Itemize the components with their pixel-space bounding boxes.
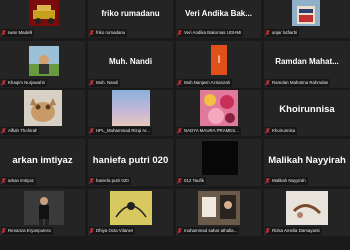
participant-tile[interactable]: Malikah Nayyirah Malikah Nayyirah [264, 139, 350, 186]
participant-video [200, 90, 238, 126]
mic-muted-icon [177, 30, 182, 36]
mic-muted-icon [177, 178, 182, 184]
participant-tile[interactable]: 012 Taufik [176, 139, 261, 186]
participant-tile[interactable]: Ramdan Mahat... Ramdan Mahatma Rahmdan [264, 41, 350, 88]
participant-label: Muh. Nandi [89, 79, 121, 87]
participant-tile[interactable]: Renanza Eryanputera [0, 189, 85, 236]
mic-muted-icon [89, 178, 94, 184]
participant-label: HPL_Muhammad Rizqi Ar... [89, 127, 152, 135]
mic-muted-icon [265, 178, 270, 184]
participant-name: Ramdan Mahat... [275, 57, 339, 66]
participant-label: Dhiya Octa Vilanes [89, 227, 136, 235]
mic-muted-icon [265, 30, 270, 36]
mic-muted-icon [265, 128, 270, 134]
mic-muted-icon [1, 30, 6, 36]
mic-muted-icon [177, 128, 182, 134]
participant-tile[interactable]: Alfiah Thohirah [0, 90, 85, 136]
mic-muted-icon [89, 128, 94, 134]
participant-tile[interactable]: Muh. Nandi Muh. Nandi [88, 41, 173, 88]
participant-label: Malikah Nayyirah [265, 177, 308, 185]
mic-muted-icon [177, 80, 182, 86]
participant-video [29, 0, 59, 26]
mic-muted-icon [1, 178, 6, 184]
participant-tile[interactable]: friko rumadanu friko rumadanu [88, 0, 173, 38]
participant-label: anjar lutfiarbi [265, 29, 300, 37]
participant-label: NADYA MAURA PRAMES... [177, 127, 241, 135]
participant-tile[interactable]: Khoirunnisa Khoirunnisa [264, 90, 350, 136]
participant-tile[interactable]: Khaqim Nurjawahir [0, 41, 85, 88]
participant-label: Muh.Nanjwm Azrianzah [177, 79, 233, 87]
mic-muted-icon [1, 228, 6, 234]
video-gallery: Iwan Madelli friko rumadanu friko rumada… [0, 0, 350, 250]
mic-muted-icon [1, 128, 6, 134]
mic-muted-icon [177, 228, 182, 234]
participant-name: Malikah Nayyirah [268, 155, 346, 166]
participant-tile[interactable]: NADYA MAURA PRAMES... [176, 90, 261, 136]
participant-video [292, 0, 320, 26]
mic-muted-icon [89, 228, 94, 234]
participant-label: muhammad sahar athalla... [177, 227, 240, 235]
participant-label: Khoirunnisa [265, 127, 298, 135]
participant-tile[interactable]: Rizka Amelia Damayanti [264, 189, 350, 236]
participant-video [29, 46, 59, 76]
participant-name: Khoirunnisa [279, 104, 335, 115]
participant-name: friko rumadanu [101, 9, 160, 18]
participant-label: Alfiah Thohirah [1, 127, 40, 135]
participant-video [24, 90, 62, 126]
participant-video [24, 191, 64, 225]
participant-tile[interactable]: muhammad sahar athalla... [176, 189, 261, 236]
participant-tile[interactable]: Dhiya Octa Vilanes [88, 189, 173, 236]
avatar-letter: I [217, 54, 221, 66]
participant-label: haniefa putri 020 [89, 177, 131, 185]
mic-muted-icon [265, 228, 270, 234]
participant-name: Veri Andika Bak... [185, 9, 252, 18]
participant-label: Khaqim Nurjawahir [1, 79, 48, 87]
participant-tile[interactable]: HPL_Muhammad Rizqi Ar... [88, 90, 173, 136]
participant-label: Ramdan Mahatma Rahmdan [265, 79, 331, 87]
avatar: I [211, 45, 227, 75]
participant-label: Veri Andika Bakomas UGHMI [177, 29, 244, 37]
participant-label: Rizka Amelia Damayanti [265, 227, 322, 235]
participant-name: Muh. Nandi [108, 57, 153, 66]
participant-video [202, 141, 238, 175]
participant-tile[interactable]: Veri Andika Bak... Veri Andika Bakomas U… [176, 0, 261, 38]
participant-video [198, 191, 240, 225]
participant-video [110, 191, 152, 225]
participant-label: friko rumadanu [89, 29, 128, 37]
participant-video [286, 191, 328, 225]
participant-video [112, 90, 150, 126]
participant-label: arkan imtiyaz [1, 177, 36, 185]
participant-label: 012 Taufik [177, 177, 206, 185]
mic-muted-icon [89, 30, 94, 36]
participant-name: haniefa putri 020 [92, 155, 169, 166]
participant-tile[interactable]: Iwan Madelli [0, 0, 85, 38]
participant-tile[interactable]: arkan imtiyaz arkan imtiyaz [0, 139, 85, 186]
mic-muted-icon [265, 80, 270, 86]
participant-tile[interactable]: I Muh.Nanjwm Azrianzah [176, 41, 261, 88]
participant-name: arkan imtiyaz [12, 155, 73, 166]
participant-tile[interactable]: haniefa putri 020 haniefa putri 020 [88, 139, 173, 186]
mic-muted-icon [89, 80, 94, 86]
mic-muted-icon [1, 80, 6, 86]
participant-label: Iwan Madelli [1, 29, 35, 37]
participant-tile[interactable]: anjar lutfiarbi [264, 0, 350, 38]
participant-label: Renanza Eryanputera [1, 227, 53, 235]
